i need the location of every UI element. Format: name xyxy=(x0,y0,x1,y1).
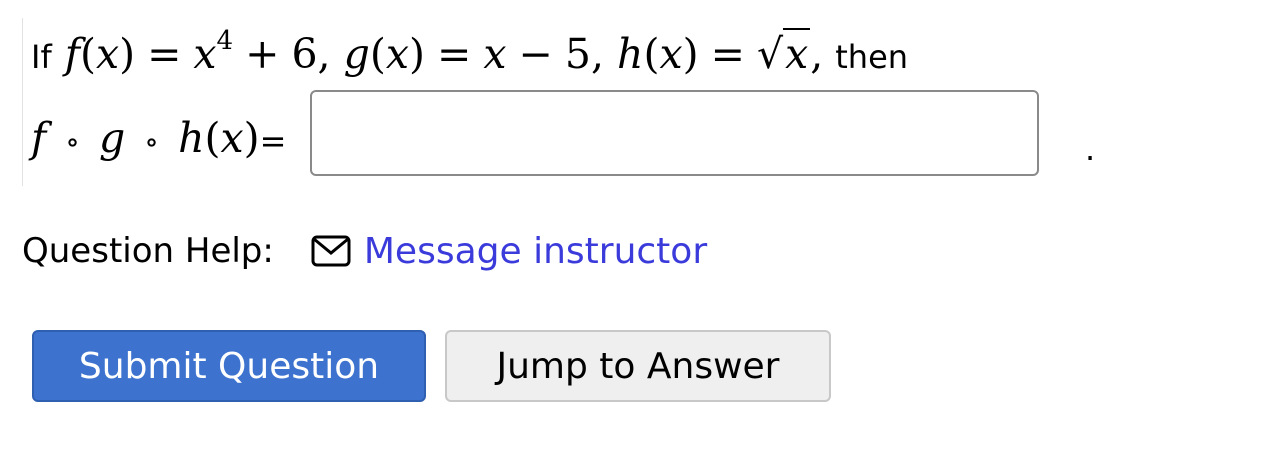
f-definition: f(x) = x4 +6, xyxy=(64,26,331,78)
g-definition: g(x) = x −5, xyxy=(343,30,604,78)
message-instructor-link[interactable]: Message instructor xyxy=(364,231,707,272)
question-help-label: Question Help: xyxy=(22,231,274,271)
question-help: Question Help: Message instructor xyxy=(22,228,707,274)
sqrt-symbol: √x xyxy=(756,28,811,78)
question-suffix: then xyxy=(835,38,909,76)
question-box: If f(x) = x4 +6, g(x) = x −5, h(x) = √x, then f … xyxy=(22,18,1123,186)
mail-icon[interactable] xyxy=(310,233,352,269)
question-prefix: If xyxy=(31,38,52,76)
h-definition: h(x) = √x, xyxy=(617,28,824,78)
trailing-period: . xyxy=(1085,130,1096,168)
submit-question-button[interactable]: Submit Question xyxy=(32,330,426,402)
answer-input[interactable] xyxy=(310,90,1039,176)
question-statement: If f(x) = x4 +6, g(x) = x −5, h(x) = √x, then xyxy=(31,26,909,90)
composition-expression: f ∘ g ∘ h(x) = xyxy=(31,114,287,162)
jump-to-answer-button[interactable]: Jump to Answer xyxy=(445,330,831,402)
